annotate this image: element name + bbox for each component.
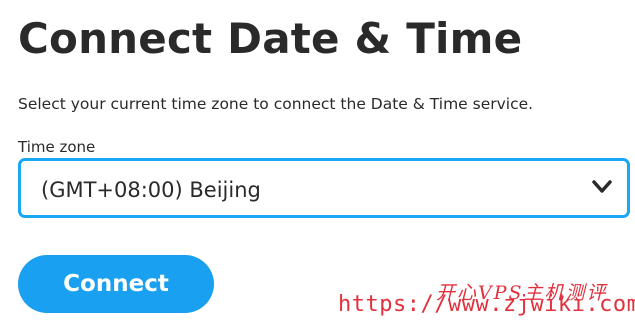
page-description: Select your current time zone to connect… bbox=[18, 95, 534, 113]
watermark: 开心VPS主机测评 https://www.zjwiki.com bbox=[338, 278, 635, 320]
watermark-url: https://www.zjwiki.com bbox=[338, 292, 635, 317]
chevron-down-icon bbox=[592, 180, 612, 193]
timezone-selected-value: (GMT+08:00) Beijing bbox=[41, 178, 261, 202]
watermark-title: 开心VPS主机测评 bbox=[436, 282, 608, 304]
connect-button[interactable]: Connect bbox=[18, 255, 214, 313]
timezone-label: Time zone bbox=[18, 138, 96, 156]
page-title: Connect Date & Time bbox=[18, 14, 523, 63]
timezone-select[interactable]: (GMT+08:00) Beijing bbox=[18, 158, 630, 218]
